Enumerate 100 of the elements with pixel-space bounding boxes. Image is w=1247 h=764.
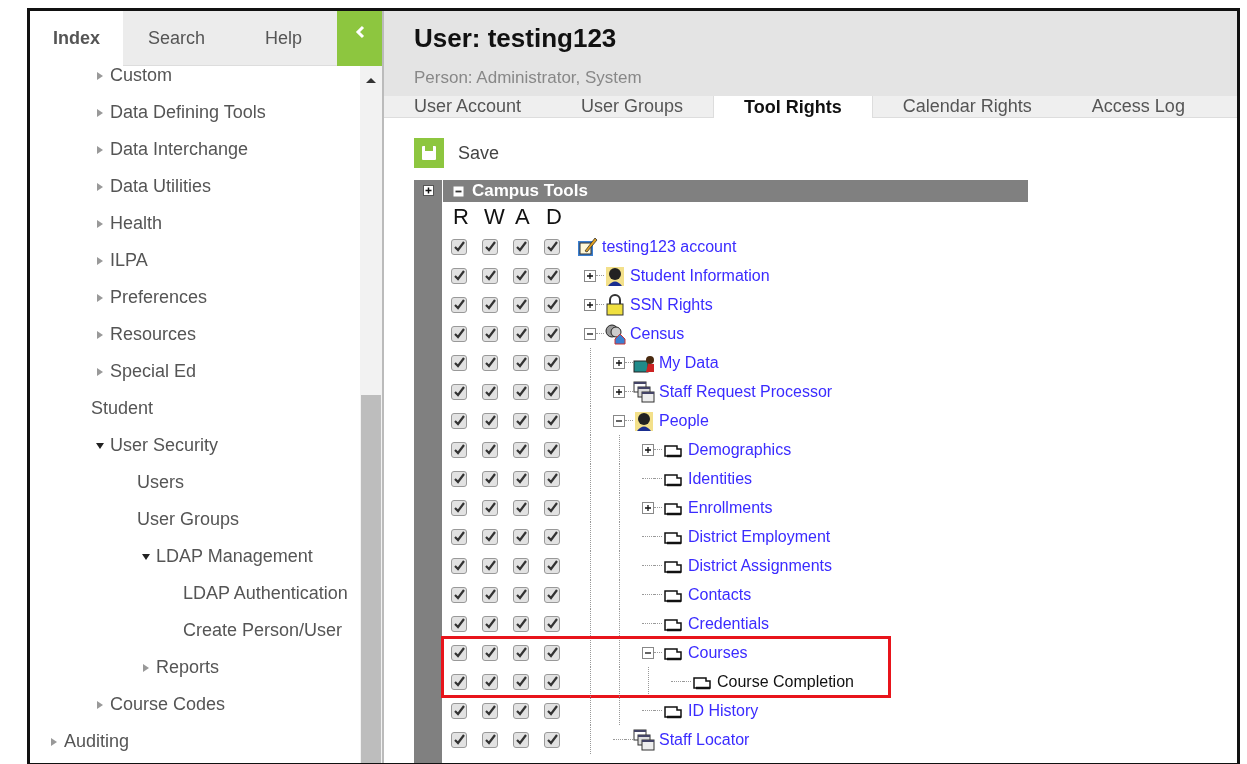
- tree-item[interactable]: SSN Rights: [630, 295, 713, 314]
- checkbox[interactable]: [513, 644, 529, 661]
- scrollbar[interactable]: [360, 66, 382, 763]
- collapse-icon[interactable]: [453, 185, 464, 197]
- tree-item[interactable]: Courses: [688, 643, 748, 662]
- checkbox[interactable]: [544, 702, 560, 719]
- checkbox[interactable]: [451, 673, 467, 690]
- checkbox[interactable]: [482, 354, 498, 371]
- checkbox[interactable]: [513, 731, 529, 748]
- checkbox[interactable]: [451, 470, 467, 487]
- nav-item[interactable]: Auditing: [64, 731, 130, 752]
- checkbox[interactable]: [451, 731, 467, 748]
- nav-item[interactable]: Special Ed: [110, 361, 197, 382]
- scroll-up-icon[interactable]: [365, 76, 377, 84]
- checkbox[interactable]: [513, 615, 529, 632]
- expand-icon[interactable]: [584, 269, 596, 282]
- checkbox[interactable]: [451, 702, 467, 719]
- expand-icon[interactable]: [613, 356, 625, 369]
- checkbox[interactable]: [482, 499, 498, 516]
- caret-right-icon[interactable]: [50, 737, 58, 746]
- caret-right-icon[interactable]: [96, 108, 104, 117]
- checkbox[interactable]: [451, 557, 467, 574]
- collapse-icon[interactable]: [613, 414, 625, 427]
- checkbox[interactable]: [544, 325, 560, 342]
- checkbox[interactable]: [451, 296, 467, 313]
- checkbox[interactable]: [513, 470, 529, 487]
- checkbox[interactable]: [544, 586, 560, 603]
- checkbox[interactable]: [513, 586, 529, 603]
- tree-item[interactable]: Enrollments: [688, 498, 773, 517]
- checkbox[interactable]: [482, 267, 498, 284]
- checkbox[interactable]: [513, 528, 529, 545]
- checkbox[interactable]: [513, 702, 529, 719]
- collapse-icon[interactable]: [584, 327, 596, 340]
- checkbox[interactable]: [544, 731, 560, 748]
- tab[interactable]: User Groups: [551, 96, 714, 117]
- checkbox[interactable]: [482, 325, 498, 342]
- checkbox[interactable]: [482, 528, 498, 545]
- checkbox[interactable]: [482, 731, 498, 748]
- tab[interactable]: Tool Rights: [713, 96, 873, 118]
- tree-item[interactable]: District Assignments: [688, 556, 833, 575]
- checkbox[interactable]: [513, 673, 529, 690]
- checkbox[interactable]: [482, 238, 498, 255]
- expand-icon[interactable]: [642, 443, 654, 456]
- caret-down-icon[interactable]: [96, 441, 104, 450]
- checkbox[interactable]: [513, 296, 529, 313]
- checkbox[interactable]: [451, 499, 467, 516]
- checkbox[interactable]: [482, 586, 498, 603]
- checkbox[interactable]: [513, 383, 529, 400]
- tree-item[interactable]: My Data: [659, 353, 719, 372]
- checkbox[interactable]: [544, 615, 560, 632]
- nav-item[interactable]: Create Person/User: [183, 620, 343, 641]
- tree-item[interactable]: Staff Locator: [659, 730, 750, 749]
- nav-item[interactable]: LDAP Authentication: [183, 583, 348, 604]
- checkbox[interactable]: [513, 441, 529, 458]
- nav-item[interactable]: ILPA: [110, 250, 148, 271]
- checkbox[interactable]: [482, 412, 498, 429]
- expand-icon[interactable]: [613, 385, 625, 398]
- checkbox[interactable]: [513, 354, 529, 371]
- checkbox[interactable]: [513, 499, 529, 516]
- checkbox[interactable]: [544, 238, 560, 255]
- checkbox[interactable]: [544, 470, 560, 487]
- tab[interactable]: User Account: [384, 96, 552, 117]
- tree-item[interactable]: Course Completion: [717, 672, 854, 691]
- caret-right-icon[interactable]: [96, 71, 104, 80]
- checkbox[interactable]: [544, 267, 560, 284]
- checkbox[interactable]: [482, 644, 498, 661]
- checkbox[interactable]: [482, 441, 498, 458]
- sidebar-tab[interactable]: Help: [230, 11, 337, 66]
- nav-item[interactable]: Users: [137, 472, 184, 493]
- checkbox[interactable]: [482, 383, 498, 400]
- tree-item[interactable]: People: [659, 411, 709, 430]
- checkbox[interactable]: [482, 615, 498, 632]
- checkbox[interactable]: [544, 557, 560, 574]
- tree-item[interactable]: Census: [630, 324, 685, 343]
- caret-right-icon[interactable]: [96, 182, 104, 191]
- checkbox[interactable]: [482, 296, 498, 313]
- checkbox[interactable]: [544, 441, 560, 458]
- checkbox[interactable]: [544, 296, 560, 313]
- caret-right-icon[interactable]: [142, 663, 150, 672]
- checkbox[interactable]: [544, 354, 560, 371]
- checkbox[interactable]: [544, 528, 560, 545]
- nav-item[interactable]: Resources: [110, 324, 197, 345]
- caret-right-icon[interactable]: [96, 219, 104, 228]
- checkbox[interactable]: [451, 412, 467, 429]
- checkbox[interactable]: [451, 441, 467, 458]
- checkbox[interactable]: [482, 702, 498, 719]
- checkbox[interactable]: [451, 267, 467, 284]
- checkbox[interactable]: [544, 412, 560, 429]
- tree-item[interactable]: Credentials: [688, 614, 769, 633]
- nav-item[interactable]: Data Interchange: [110, 139, 249, 160]
- caret-right-icon[interactable]: [96, 700, 104, 709]
- nav-item[interactable]: LDAP Management: [156, 546, 313, 567]
- expand-icon[interactable]: [422, 185, 434, 196]
- tree-item[interactable]: ID History: [688, 701, 759, 720]
- checkbox[interactable]: [544, 644, 560, 661]
- caret-right-icon[interactable]: [96, 367, 104, 376]
- caret-right-icon[interactable]: [96, 145, 104, 154]
- checkbox[interactable]: [513, 238, 529, 255]
- checkbox[interactable]: [513, 325, 529, 342]
- checkbox[interactable]: [451, 354, 467, 371]
